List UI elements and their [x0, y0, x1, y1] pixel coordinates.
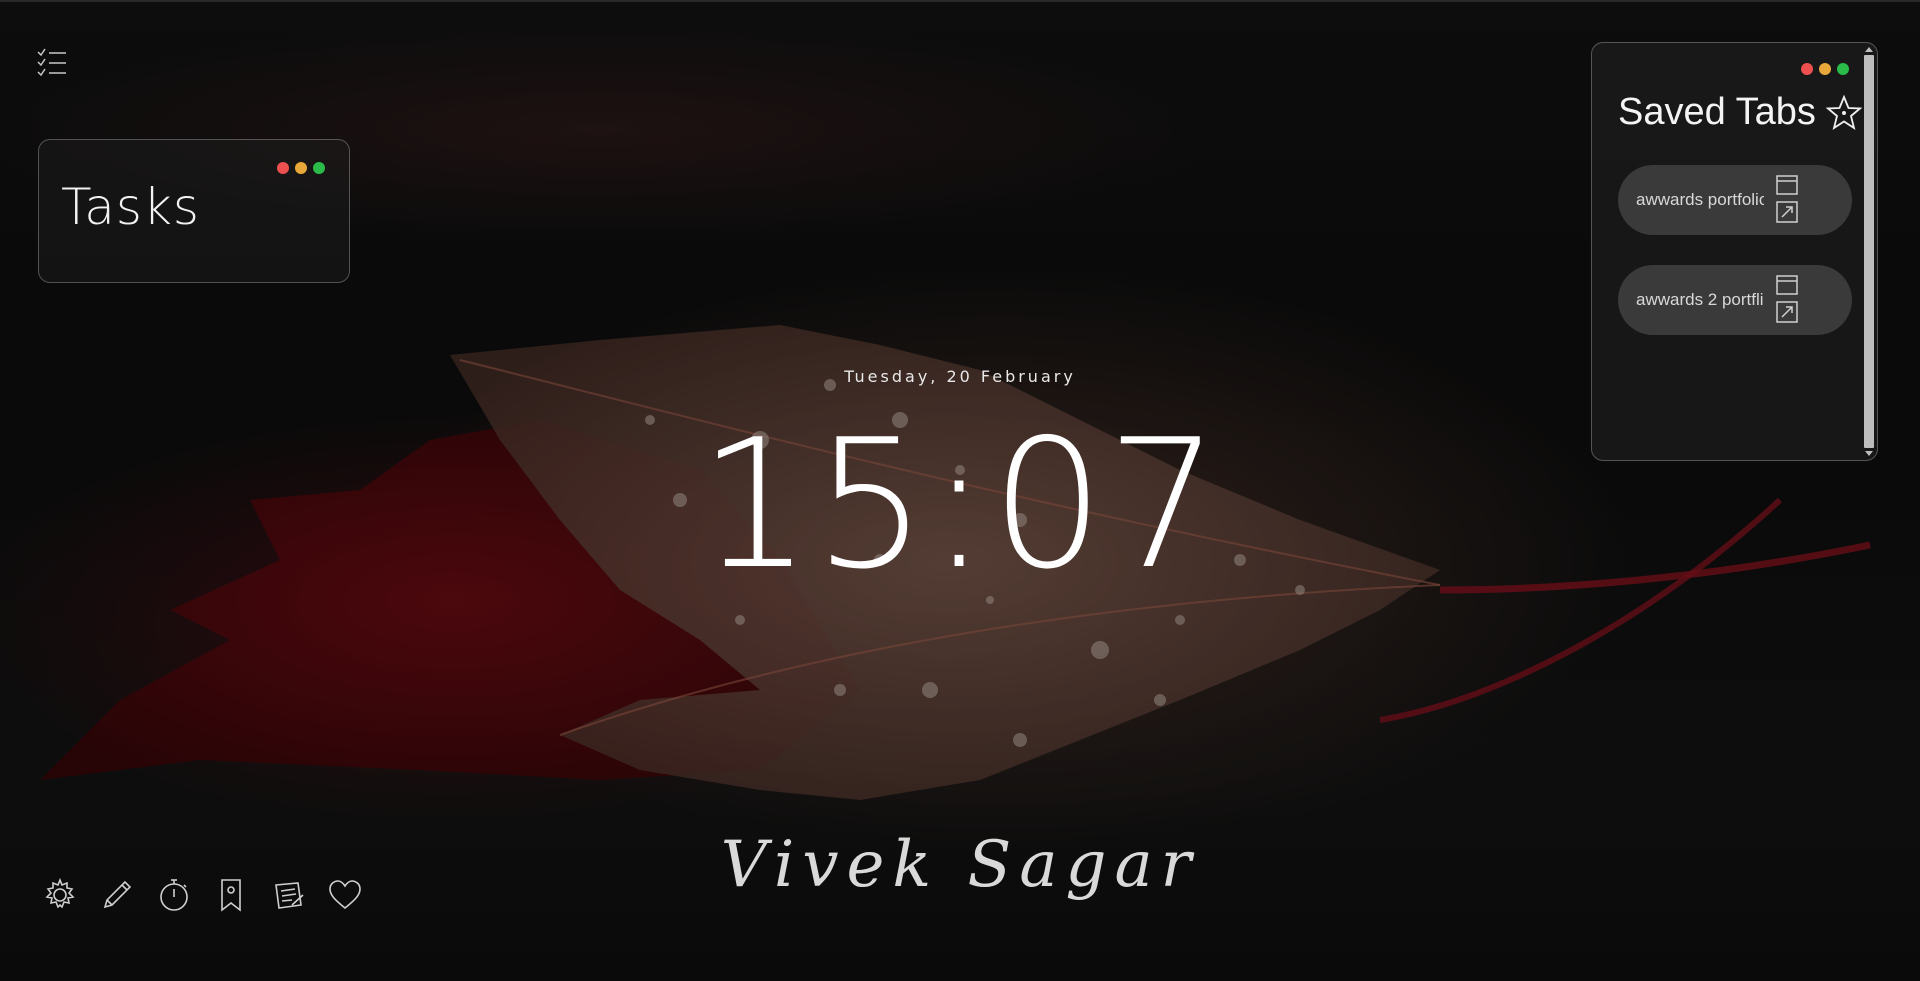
wallpaper-background: Tasks Saved Tabs awwards portfolio awwar… [0, 0, 1920, 981]
saved-tab-item[interactable]: awwards portfolio [1618, 165, 1852, 235]
stopwatch-icon[interactable] [156, 877, 192, 913]
minimize-dot[interactable] [1819, 63, 1831, 75]
saved-tabs-panel: Saved Tabs awwards portfolio awwards 2 p… [1591, 42, 1878, 461]
star-icon[interactable] [1825, 94, 1862, 131]
saved-tabs-title: Saved Tabs [1618, 91, 1862, 134]
maximize-dot[interactable] [1837, 63, 1849, 75]
close-dot[interactable] [1801, 63, 1813, 75]
open-external-icon[interactable] [1776, 301, 1798, 323]
gear-icon[interactable] [42, 877, 78, 913]
saved-tabs-heading: Saved Tabs [1618, 91, 1816, 133]
date-label: Tuesday, 20 February [844, 367, 1076, 386]
window-icon[interactable] [1776, 175, 1798, 195]
bookmark-icon[interactable] [213, 877, 249, 913]
minimize-dot[interactable] [295, 162, 307, 174]
tasks-panel: Tasks [38, 139, 350, 283]
pencil-icon[interactable] [99, 877, 135, 913]
notebook-icon[interactable] [270, 877, 306, 913]
task-list-icon[interactable] [36, 48, 68, 78]
open-external-icon[interactable] [1776, 201, 1798, 223]
heart-icon[interactable] [327, 877, 363, 913]
close-dot[interactable] [277, 162, 289, 174]
scroll-up-arrow-icon[interactable] [1863, 45, 1875, 55]
window-icon[interactable] [1776, 275, 1798, 295]
saved-tab-label[interactable]: awwards 2 portflio [1636, 290, 1764, 310]
maximize-dot[interactable] [313, 162, 325, 174]
scrollbar-thumb[interactable] [1864, 55, 1874, 448]
saved-tab-label[interactable]: awwards portfolio [1636, 190, 1764, 210]
tasks-title[interactable]: Tasks [61, 178, 200, 236]
clock-time: 15:07 [698, 401, 1222, 608]
window-controls [277, 162, 325, 174]
bottom-toolbar [42, 877, 363, 913]
saved-tab-item[interactable]: awwards 2 portflio [1618, 265, 1852, 335]
window-controls [1801, 63, 1849, 75]
saved-tabs-scrollbar[interactable] [1863, 45, 1875, 458]
